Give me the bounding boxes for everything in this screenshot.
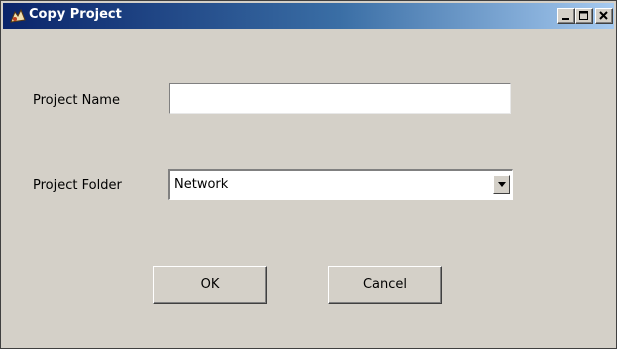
- app-icon: [9, 8, 27, 24]
- copy-project-dialog: Copy Project Project Name Project Folder…: [0, 0, 617, 349]
- chevron-down-icon: [498, 182, 506, 187]
- project-folder-value: Network: [174, 177, 229, 192]
- window-title: Copy Project: [29, 7, 122, 22]
- project-name-label: Project Name: [33, 93, 120, 108]
- project-name-input[interactable]: [169, 83, 511, 114]
- title-bar[interactable]: Copy Project: [3, 3, 614, 29]
- minimize-button[interactable]: [557, 8, 575, 24]
- ok-button[interactable]: OK: [153, 266, 267, 304]
- project-folder-label: Project Folder: [33, 178, 122, 193]
- dropdown-button[interactable]: [493, 175, 510, 194]
- close-icon: [599, 11, 608, 20]
- minimize-icon: [562, 18, 569, 20]
- project-folder-select[interactable]: Network: [168, 169, 513, 200]
- maximize-button[interactable]: [575, 8, 593, 24]
- close-button[interactable]: [595, 8, 613, 24]
- cancel-button[interactable]: Cancel: [328, 266, 442, 304]
- maximize-icon: [579, 11, 588, 20]
